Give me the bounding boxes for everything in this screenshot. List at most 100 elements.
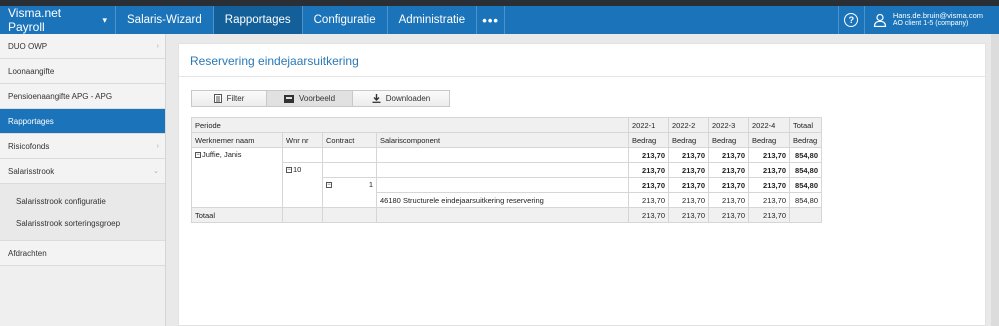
chevron-down-icon: ⌄ bbox=[153, 168, 159, 175]
column-header-component: Salariscomponent bbox=[376, 132, 629, 148]
value-cell: 213,70 bbox=[628, 162, 669, 178]
page-title: Reservering eindejaarsuitkering bbox=[190, 54, 359, 68]
period-header: 2022-1 bbox=[628, 117, 669, 133]
sidebar-subitem-salarisstrook-sorteringsgroep[interactable]: Salarisstrook sorteringsgroep bbox=[0, 212, 165, 234]
filter-button[interactable]: Filter bbox=[191, 90, 267, 107]
app-brand-label: Visma.net Payroll bbox=[8, 6, 62, 34]
value-cell: 213,70 bbox=[748, 162, 790, 178]
sidebar-submenu: Salarisstrook configuratie Salarisstrook… bbox=[0, 184, 165, 241]
nav-configuratie[interactable]: Configuratie bbox=[303, 6, 388, 34]
value-cell: 213,70 bbox=[628, 147, 669, 163]
sidebar-item-rapportages[interactable]: Rapportages bbox=[0, 109, 165, 134]
table-header-row: Periode 2022-1 2022-2 2022-3 2022-4 Tota… bbox=[191, 117, 822, 133]
report-toolbar: Filter Voorbeeld Downloaden bbox=[191, 90, 450, 107]
value-cell: 213,70 bbox=[628, 177, 669, 193]
preview-icon bbox=[283, 94, 294, 103]
divider bbox=[179, 76, 985, 77]
preview-label: Voorbeeld bbox=[298, 94, 336, 103]
employee-cell[interactable]: − Juffie, Janis bbox=[191, 147, 283, 208]
chevron-down-icon: ▾ bbox=[102, 14, 107, 25]
total-cell: 854,80 bbox=[789, 147, 822, 163]
collapse-icon[interactable]: − bbox=[195, 152, 201, 159]
footer-value: 213,70 bbox=[708, 207, 749, 223]
column-header-bedrag: Bedrag bbox=[628, 132, 669, 148]
value-cell: 213,70 bbox=[708, 147, 749, 163]
contract-cell[interactable]: −1 bbox=[322, 177, 377, 208]
periode-header: Periode bbox=[191, 117, 629, 133]
help-icon: ? bbox=[844, 13, 859, 27]
period-header: 2022-2 bbox=[668, 117, 709, 133]
more-menu-icon[interactable]: ••• bbox=[477, 6, 506, 34]
value-cell: 213,70 bbox=[668, 192, 709, 208]
wnr-value: 10 bbox=[293, 165, 302, 174]
preview-button[interactable]: Voorbeeld bbox=[267, 90, 353, 107]
sidebar-item-label: DUO OWP bbox=[8, 41, 48, 51]
footer-label: Totaal bbox=[191, 207, 283, 223]
column-header-werknemer: Werknemer naam bbox=[191, 132, 283, 148]
value-cell: 213,70 bbox=[668, 162, 709, 178]
sidebar-item-risicofonds[interactable]: Risicofonds › bbox=[0, 134, 165, 159]
value-cell: 213,70 bbox=[708, 192, 749, 208]
user-menu[interactable]: Hans.de.bruin@visma.com AO client 1-5 (c… bbox=[863, 6, 999, 34]
download-button[interactable]: Downloaden bbox=[353, 90, 450, 107]
sidebar-item-salarisstrook[interactable]: Salarisstrook ⌄ bbox=[0, 159, 165, 184]
sidebar-item-loonaangifte[interactable]: Loonaangifte bbox=[0, 59, 165, 84]
scrollbar[interactable] bbox=[991, 34, 999, 326]
sidebar-item-duo-owp[interactable]: DUO OWP › bbox=[0, 34, 165, 59]
top-navbar: Visma.net Payroll ▾ Salaris-Wizard Rappo… bbox=[0, 6, 999, 34]
sidebar-item-pensioenaangifte[interactable]: Pensioenaangifte APG - APG bbox=[0, 84, 165, 109]
total-cell: 854,80 bbox=[789, 177, 822, 193]
chevron-right-icon: › bbox=[156, 42, 159, 50]
filter-icon bbox=[213, 94, 222, 103]
footer-value: 213,70 bbox=[628, 207, 669, 223]
period-header: 2022-4 bbox=[748, 117, 790, 133]
sidebar: DUO OWP › Loonaangifte Pensioenaangifte … bbox=[0, 34, 166, 326]
sidebar-item-label: Loonaangifte bbox=[8, 66, 55, 76]
footer-value: 213,70 bbox=[748, 207, 790, 223]
chevron-right-icon: › bbox=[156, 142, 159, 150]
wnr-cell[interactable]: −10 bbox=[282, 162, 323, 208]
component-cell: 46180 Structurele eindejaarsuitkering re… bbox=[376, 192, 629, 208]
nav-rapportages[interactable]: Rapportages bbox=[213, 6, 303, 34]
column-header-bedrag: Bedrag bbox=[708, 132, 749, 148]
value-cell: 213,70 bbox=[708, 177, 749, 193]
sidebar-item-label: Salarisstrook bbox=[8, 166, 55, 176]
collapse-icon[interactable]: − bbox=[326, 182, 332, 189]
sidebar-item-afdrachten[interactable]: Afdrachten bbox=[0, 241, 165, 266]
user-name: Hans.de.bruin@visma.com bbox=[892, 11, 983, 20]
value-cell: 213,70 bbox=[748, 147, 790, 163]
sidebar-item-label: Afdrachten bbox=[8, 248, 47, 258]
nav-administratie[interactable]: Administratie bbox=[388, 6, 478, 34]
app-brand-menu[interactable]: Visma.net Payroll ▾ bbox=[0, 6, 116, 34]
employee-name: Juffie, Janis bbox=[202, 150, 242, 159]
sidebar-item-label: Pensioenaangifte APG - APG bbox=[8, 91, 113, 101]
value-cell: 213,70 bbox=[668, 177, 709, 193]
nav-salaris-wizard[interactable]: Salaris-Wizard bbox=[116, 6, 214, 34]
value-cell: 213,70 bbox=[628, 192, 669, 208]
table-header-row: Werknemer naam Wnr nr Contract Salarisco… bbox=[191, 132, 822, 148]
total-cell: 854,80 bbox=[789, 192, 822, 208]
download-label: Downloaden bbox=[385, 94, 431, 103]
collapse-icon[interactable]: − bbox=[286, 167, 292, 174]
help-button[interactable]: ? bbox=[837, 6, 864, 34]
contract-value: 1 bbox=[368, 180, 373, 189]
footer-value: 213,70 bbox=[668, 207, 709, 223]
filter-label: Filter bbox=[226, 94, 245, 103]
table-row: − Juffie, Janis 213,70 213,70 213,70 213,… bbox=[191, 147, 822, 208]
table-footer-row: Totaal 213,70 213,70 213,70 213,70 bbox=[191, 207, 822, 223]
total-cell: 854,80 bbox=[789, 162, 822, 178]
value-cell: 213,70 bbox=[748, 192, 790, 208]
column-header-bedrag: Bedrag bbox=[789, 132, 822, 148]
sidebar-item-label: Risicofonds bbox=[8, 141, 50, 151]
period-header: 2022-3 bbox=[708, 117, 749, 133]
user-client: AO client 1-5 (company) bbox=[892, 20, 969, 27]
value-cell: 213,70 bbox=[708, 162, 749, 178]
value-cell: 213,70 bbox=[668, 147, 709, 163]
table-row: −10 213,70 213,70 213,70 213,70 854,80 bbox=[192, 162, 822, 208]
sidebar-subitem-salarisstrook-configuratie[interactable]: Salarisstrook configuratie bbox=[0, 190, 165, 212]
column-header-bedrag: Bedrag bbox=[748, 132, 790, 148]
totaal-header: Totaal bbox=[789, 117, 822, 133]
column-header-bedrag: Bedrag bbox=[668, 132, 709, 148]
main-content: Reservering eindejaarsuitkering Filter V… bbox=[178, 43, 986, 326]
value-cell: 213,70 bbox=[748, 177, 790, 193]
